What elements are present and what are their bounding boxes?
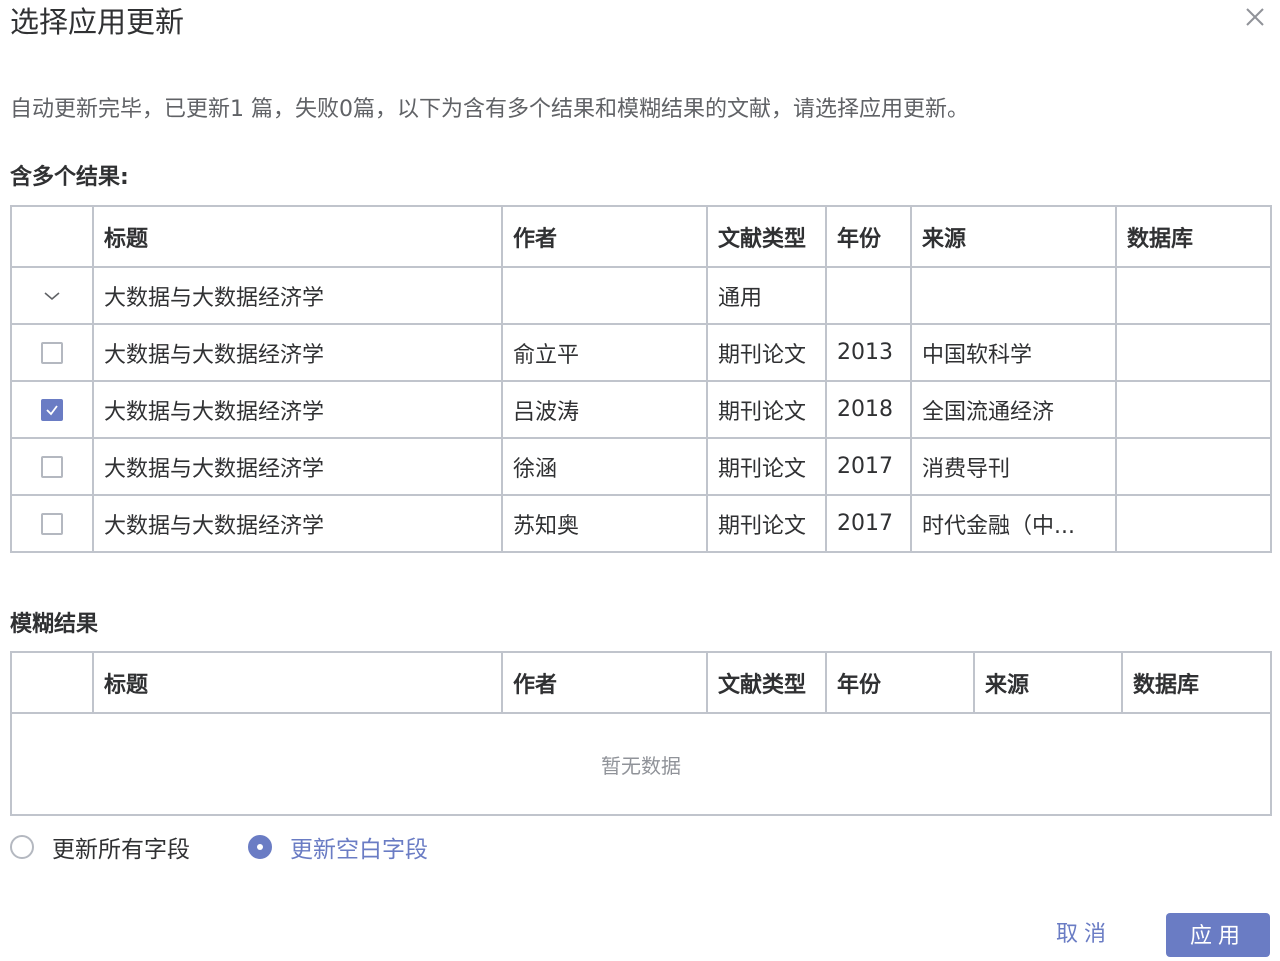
table-row[interactable]: 大数据与大数据经济学 吕波涛 期刊论文 2018 全国流通经济 <box>10 380 1272 439</box>
empty-row: 暂无数据 <box>10 712 1272 816</box>
dialog-title: 选择应用更新 <box>10 5 185 39</box>
cell-author: 俞立平 <box>501 323 708 382</box>
select-update-dialog: 选择应用更新 自动更新完毕，已更新1 篇，失败0篇，以下为含有多个结果和模糊结果… <box>0 0 1280 961</box>
close-icon[interactable] <box>1242 4 1268 30</box>
row-checkbox[interactable] <box>41 513 63 535</box>
select-cell[interactable] <box>10 380 94 439</box>
cell-type: 期刊论文 <box>706 323 827 382</box>
header-source[interactable]: 来源 <box>973 651 1123 714</box>
header-author[interactable]: 作者 <box>501 205 708 268</box>
cell-author: 吕波涛 <box>501 380 708 439</box>
radio-label: 更新所有字段 <box>52 837 190 863</box>
cell-author: 苏知奥 <box>501 494 708 553</box>
cell-year: 2013 <box>825 323 912 382</box>
cell-title: 大数据与大数据经济学 <box>92 266 503 325</box>
header-source[interactable]: 来源 <box>910 205 1117 268</box>
cell-source <box>910 266 1117 325</box>
cell-database <box>1115 266 1272 325</box>
cancel-button[interactable]: 取消 <box>1056 918 1112 952</box>
cell-database <box>1115 494 1272 553</box>
expand-cell[interactable] <box>10 266 94 325</box>
table-header-row: 标题 作者 文献类型 年份 来源 数据库 <box>10 651 1272 714</box>
fuzzy-results-label: 模糊结果 <box>10 612 99 637</box>
cell-database <box>1115 323 1272 382</box>
header-select <box>10 205 94 268</box>
empty-text: 暂无数据 <box>10 712 1272 816</box>
cell-type: 期刊论文 <box>706 494 827 553</box>
table-header-row: 标题 作者 文献类型 年份 来源 数据库 <box>10 205 1272 268</box>
radio-update-blank[interactable]: 更新空白字段 <box>248 830 428 864</box>
cell-year <box>825 266 912 325</box>
header-author[interactable]: 作者 <box>501 651 708 714</box>
cell-year: 2018 <box>825 380 912 439</box>
header-database[interactable]: 数据库 <box>1115 205 1272 268</box>
cell-source: 中国软科学 <box>910 323 1117 382</box>
table-row[interactable]: 大数据与大数据经济学 俞立平 期刊论文 2013 中国软科学 <box>10 323 1272 382</box>
cell-title: 大数据与大数据经济学 <box>92 494 503 553</box>
table-row[interactable]: 大数据与大数据经济学 徐涵 期刊论文 2017 消费导刊 <box>10 437 1272 496</box>
cell-source: 时代金融（中... <box>910 494 1117 553</box>
row-checkbox[interactable] <box>41 456 63 478</box>
header-type[interactable]: 文献类型 <box>706 651 827 714</box>
table-row[interactable]: 大数据与大数据经济学 苏知奥 期刊论文 2017 时代金融（中... <box>10 494 1272 553</box>
cell-type: 期刊论文 <box>706 380 827 439</box>
chevron-down-icon[interactable] <box>43 283 61 308</box>
header-year[interactable]: 年份 <box>825 651 975 714</box>
radio-circle-selected[interactable] <box>248 835 272 859</box>
header-select <box>10 651 94 714</box>
apply-button[interactable]: 应用 <box>1166 913 1270 957</box>
intro-text: 自动更新完毕，已更新1 篇，失败0篇，以下为含有多个结果和模糊结果的文献，请选择… <box>10 97 969 122</box>
cell-title: 大数据与大数据经济学 <box>92 323 503 382</box>
cell-year: 2017 <box>825 494 912 553</box>
row-checkbox[interactable] <box>41 342 63 364</box>
cell-database <box>1115 380 1272 439</box>
cell-source: 全国流通经济 <box>910 380 1117 439</box>
cell-year: 2017 <box>825 437 912 496</box>
row-checkbox[interactable] <box>41 399 63 421</box>
header-title[interactable]: 标题 <box>92 205 503 268</box>
cell-author: 徐涵 <box>501 437 708 496</box>
check-icon <box>46 405 58 416</box>
header-title[interactable]: 标题 <box>92 651 503 714</box>
multi-results-label: 含多个结果: <box>10 165 129 190</box>
cell-title: 大数据与大数据经济学 <box>92 437 503 496</box>
cell-type: 期刊论文 <box>706 437 827 496</box>
header-type[interactable]: 文献类型 <box>706 205 827 268</box>
multi-results-table: 标题 作者 文献类型 年份 来源 数据库 大数据与大数据经济学 通用 大数据与大… <box>10 205 1272 553</box>
cell-source: 消费导刊 <box>910 437 1117 496</box>
cell-author <box>501 266 708 325</box>
cell-type: 通用 <box>706 266 827 325</box>
fuzzy-results-table: 标题 作者 文献类型 年份 来源 数据库 暂无数据 <box>10 651 1272 816</box>
group-row[interactable]: 大数据与大数据经济学 通用 <box>10 266 1272 325</box>
header-year[interactable]: 年份 <box>825 205 912 268</box>
cell-title: 大数据与大数据经济学 <box>92 380 503 439</box>
select-cell[interactable] <box>10 323 94 382</box>
cell-database <box>1115 437 1272 496</box>
radio-label: 更新空白字段 <box>290 837 428 863</box>
radio-circle[interactable] <box>10 835 34 859</box>
update-mode-radio-group: 更新所有字段 更新空白字段 <box>10 830 486 864</box>
radio-update-all[interactable]: 更新所有字段 <box>10 830 190 864</box>
select-cell[interactable] <box>10 437 94 496</box>
select-cell[interactable] <box>10 494 94 553</box>
header-database[interactable]: 数据库 <box>1121 651 1272 714</box>
